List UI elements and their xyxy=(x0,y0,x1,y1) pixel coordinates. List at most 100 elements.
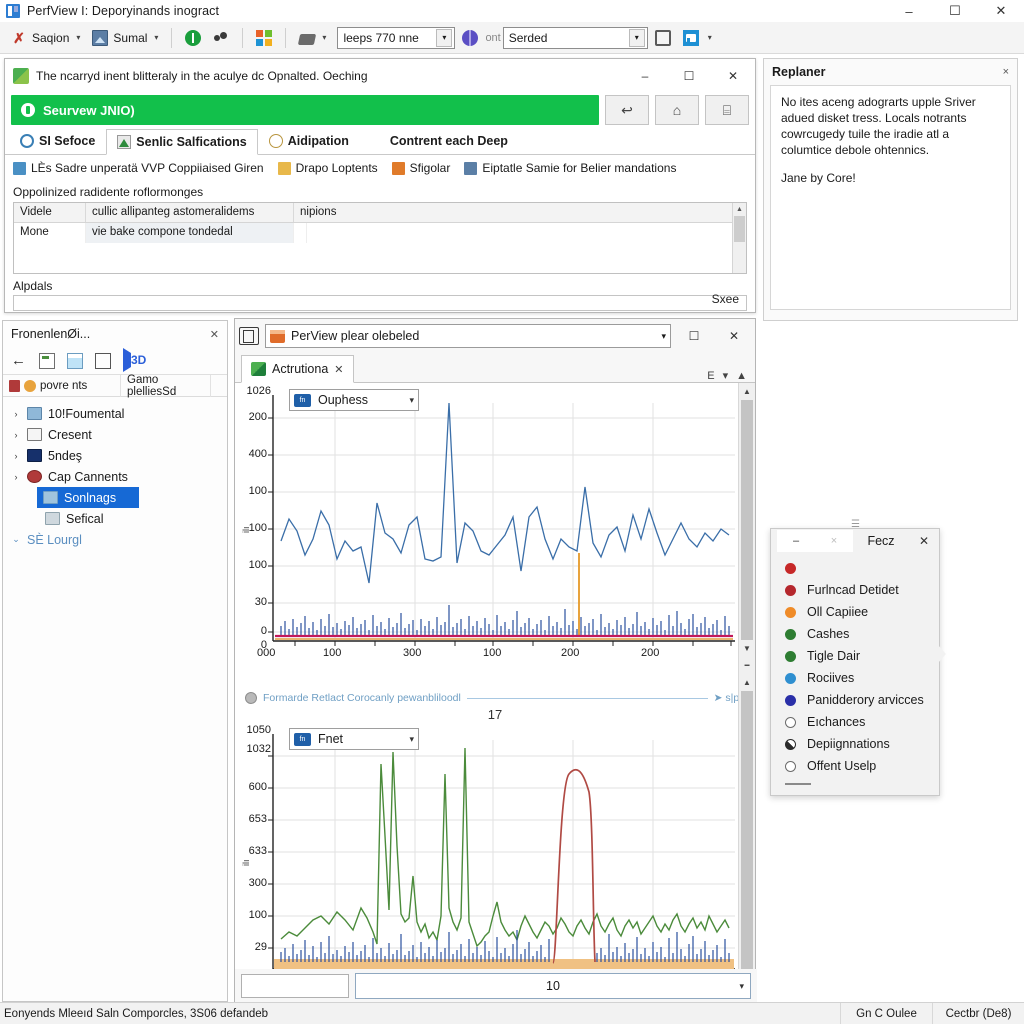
toolbar-session-button[interactable]: ✗ Saqion ▾ xyxy=(6,26,85,50)
toolbar-normal-button[interactable]: Sumal ▾ xyxy=(87,26,163,50)
tab-contrent-each-deep[interactable]: Contrent each Deep xyxy=(360,128,519,154)
explorer-close-button[interactable]: ✕ xyxy=(210,328,219,341)
legend-restore-button[interactable]: × xyxy=(815,530,853,552)
copy-icon[interactable] xyxy=(239,327,259,345)
grid-column-header[interactable]: Videle xyxy=(14,203,86,222)
toolbar-info-button[interactable] xyxy=(180,26,206,50)
chevron-down-icon[interactable]: ▾ xyxy=(739,981,744,992)
chevron-down-icon[interactable]: ▾ xyxy=(436,28,453,47)
drag-handle-icon[interactable]: ☰ xyxy=(851,519,860,530)
grid-column-header[interactable]: nipions xyxy=(294,203,342,222)
chart-bottom-input[interactable] xyxy=(241,974,349,998)
chart-vertical-scrollbar[interactable]: ▲ ▼ ━ ▲ ▼ xyxy=(738,383,755,1003)
explorer-column-1[interactable]: povre nts xyxy=(3,374,121,397)
replaner-close-button[interactable]: × xyxy=(1003,66,1009,78)
banner-grid-button[interactable]: ⌸ xyxy=(705,95,749,125)
chevron-right-icon[interactable]: › xyxy=(11,409,21,419)
legend-item-cashes[interactable]: Cashes xyxy=(771,623,939,645)
toolbar-printer-button[interactable] xyxy=(650,26,676,50)
inner-maximize-button[interactable]: ☐ xyxy=(667,60,711,92)
subitem-sfigolar[interactable]: Sfigolar xyxy=(391,161,450,175)
banner-back-button[interactable]: ↩ xyxy=(605,95,649,125)
legend-item-depiignnations[interactable]: Depiignnations xyxy=(771,733,939,755)
scrollbar-thumb-lower[interactable] xyxy=(741,691,753,986)
tree-item-cap-cannents[interactable]: › Cap Cannents xyxy=(3,466,227,487)
tab-si-sefoce[interactable]: SI Sefoce xyxy=(9,128,106,154)
subitem-drapo-loptents[interactable]: Drapo Loptents xyxy=(277,161,378,175)
legend-item-furlncad-detidet[interactable]: Furlncad Detidet xyxy=(771,579,939,601)
chart-1-series-combo[interactable]: fn Ouphess ▾ xyxy=(289,389,419,411)
subitem-eiptatle-samie[interactable]: Eiptatle Samie for Belier mandations xyxy=(464,161,676,175)
toolbar-source-combo[interactable]: Serded ▾ xyxy=(502,26,648,49)
tree-item-sefical[interactable]: Sefical xyxy=(3,508,227,529)
grid-footer-input[interactable] xyxy=(13,295,747,311)
chart-maximize-button[interactable]: ☐ xyxy=(677,321,711,351)
chevron-right-icon[interactable]: › xyxy=(11,472,21,482)
legend-item-oll-capiiee[interactable]: Oll Capiiee xyxy=(771,601,939,623)
chevron-down-icon[interactable]: ▾ xyxy=(723,369,729,382)
legend-item-tigle-dair[interactable]: Tigle Dair xyxy=(771,645,939,667)
status-bar-cell-2[interactable]: Cectbr (De8) xyxy=(932,1002,1024,1024)
link-icon[interactable] xyxy=(245,692,257,704)
chevron-right-icon[interactable]: › xyxy=(11,430,21,440)
scroll-down-icon[interactable]: ▼ xyxy=(739,640,755,657)
chart-tab-menu-label[interactable]: E xyxy=(707,370,714,382)
tree-item-cresent[interactable]: › Cresent xyxy=(3,424,227,445)
chart-close-button[interactable]: ✕ xyxy=(717,321,751,351)
chevron-right-icon[interactable]: › xyxy=(11,451,21,461)
chevron-down-icon[interactable]: ▾ xyxy=(409,395,414,406)
new-document-icon[interactable] xyxy=(39,352,55,369)
window-close-button[interactable]: ✕ xyxy=(978,0,1024,22)
scroll-up-icon[interactable]: ▲ xyxy=(739,383,755,400)
toolbar-globe-button[interactable] xyxy=(457,26,483,50)
legend-close-button[interactable]: ✕ xyxy=(909,534,939,548)
grid-footer-action[interactable]: Sxee xyxy=(712,292,739,306)
chevron-down-icon[interactable]: ▾ xyxy=(661,331,666,342)
grid-column-header[interactable]: cullic allipanteg astomeralidems xyxy=(86,203,294,222)
chart-2-series-combo[interactable]: fn Fnet ▾ xyxy=(289,728,419,750)
legend-minimize-button[interactable]: – xyxy=(777,530,815,552)
subitem-les-sadre[interactable]: LÈs Sadre unperatä VVP Coppiiaised Giren xyxy=(13,161,264,175)
tree-item-se-lourgl[interactable]: ⌄ SÈ Lourgl xyxy=(3,529,227,550)
chart-source-combo[interactable]: PerView plear olebeled ▾ xyxy=(265,324,671,348)
grid-vertical-scrollbar[interactable]: ▲ xyxy=(732,203,746,273)
tab-senlic-salfications[interactable]: Senlic Salfications xyxy=(106,129,258,155)
toolbar-tag-button[interactable]: ▾ xyxy=(294,26,331,50)
window-maximize-button[interactable]: ☐ xyxy=(932,0,978,22)
toolbar-save-button[interactable] xyxy=(678,26,704,50)
status-bar-cell-1[interactable]: Gn C Oulee xyxy=(840,1002,932,1024)
collapse-icon[interactable]: ▲ xyxy=(736,370,747,382)
legend-item-eichances[interactable]: Eıchances xyxy=(771,711,939,733)
tab-actrutiona[interactable]: Actrutiona ✕ xyxy=(241,355,354,383)
scroll-up-icon[interactable]: ▲ xyxy=(733,203,746,216)
table-row[interactable]: Mone vie bake compone tondedal xyxy=(14,223,746,243)
toolbar-windows-button[interactable] xyxy=(251,26,277,50)
chart-bottom-combo[interactable]: 10 ▾ xyxy=(355,973,751,999)
3d-view-button[interactable]: 3D xyxy=(123,347,146,372)
explorer-column-2[interactable]: Gamo plelliesSd xyxy=(121,374,211,398)
explorer-column-3[interactable] xyxy=(211,375,226,397)
banner-home-button[interactable]: ⌂ xyxy=(655,95,699,125)
scrollbar-thumb-upper[interactable] xyxy=(741,400,753,640)
toolbar-filter-combo[interactable]: leeps 770 nne ▾ xyxy=(337,26,456,49)
tab-aidipation[interactable]: Aidipation xyxy=(258,128,360,154)
tab-close-icon[interactable]: ✕ xyxy=(334,363,343,376)
inner-minimize-button[interactable]: – xyxy=(623,60,667,92)
window-icon[interactable] xyxy=(67,352,83,369)
chevron-down-icon[interactable]: ⌄ xyxy=(11,534,21,545)
legend-item-0[interactable] xyxy=(771,557,939,579)
chevron-down-icon[interactable]: ▾ xyxy=(708,33,712,42)
scrollbar-thumb[interactable] xyxy=(734,216,745,242)
window-minimize-button[interactable]: – xyxy=(886,0,932,22)
tree-item-sonlnags[interactable]: Sonlnags xyxy=(37,487,139,508)
scroll-up-icon-2[interactable]: ▲ xyxy=(739,674,755,691)
back-arrow-icon[interactable]: ← xyxy=(11,352,27,369)
inner-close-button[interactable]: ✕ xyxy=(711,60,755,92)
legend-item-offent-uselp[interactable]: Offent Uselp xyxy=(771,755,939,777)
legend-item-panidderory-arvicces[interactable]: Panidderory arvicces xyxy=(771,689,939,711)
tree-item-foumental[interactable]: › 10!Foumental xyxy=(3,403,227,424)
tree-item-sndes[interactable]: › 5ndeş xyxy=(3,445,227,466)
chevron-down-icon[interactable]: ▾ xyxy=(628,28,645,47)
columns-icon[interactable] xyxy=(95,352,111,369)
toolbar-people-button[interactable] xyxy=(208,26,234,50)
